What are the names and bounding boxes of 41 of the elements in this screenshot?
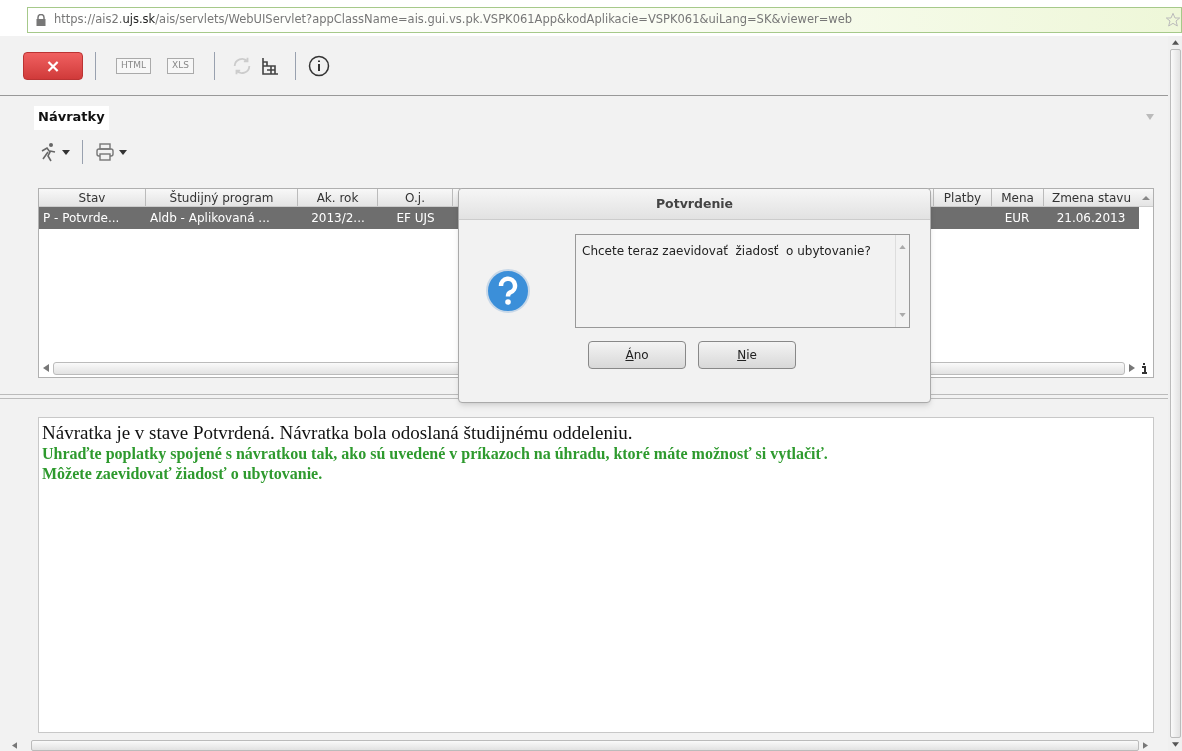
scroll-up-icon[interactable]	[1171, 40, 1179, 45]
scroll-left-icon[interactable]	[12, 741, 17, 749]
grid-icon[interactable]	[260, 56, 279, 75]
address-bar[interactable]: https://ais2.ujs.sk/ais/servlets/WebUIServlet?appClassName=ais.gui.vs.pk.VSPK061App&kodAplikacie=VSPK061&uiLang=SK&viewer=web	[27, 7, 1182, 33]
panel-title: Návratky	[34, 105, 109, 130]
scroll-right-icon[interactable]	[1129, 364, 1135, 372]
column-header[interactable]: O.j.	[378, 189, 453, 206]
star-icon[interactable]	[1165, 12, 1181, 28]
table-cell-text: 21.06.2013	[1055, 210, 1127, 227]
column-header[interactable]: Ak. rok	[298, 189, 378, 206]
payment-note: Uhraďte poplatky spojené s návratkou tak, ako sú uvedené v príkazoch na úhradu, ktoré máte možnosť si vytlačiť.	[42, 444, 829, 464]
column-header[interactable]: Študijný program	[146, 189, 298, 206]
table-cell-text: Aldb - Aplikovaná ...	[149, 210, 271, 227]
vertical-scrollbar[interactable]	[1169, 49, 1181, 738]
table-cell-text: 2013/2...	[310, 210, 366, 227]
caret-icon	[62, 149, 70, 155]
scroll-down-icon[interactable]	[1171, 742, 1179, 747]
column-header[interactable]: Stav	[39, 189, 146, 206]
column-header[interactable]: Zmena stavu	[1043, 189, 1139, 206]
column-header[interactable]: Mena	[991, 189, 1043, 206]
column-header[interactable]: Platby	[933, 189, 991, 206]
question-icon	[485, 268, 531, 314]
url-text: https://ais2.ujs.sk/ais/servlets/WebUIServlet?appClassName=ais.gui.vs.pk.VSPK061App&kodAplikacie=VSPK061&uiLang=SK&viewer=web	[54, 11, 853, 29]
lock-icon	[36, 14, 46, 26]
table-cell-text: EF UJS	[395, 210, 436, 227]
dialog-title: Potvrdenie	[655, 194, 734, 213]
table-cell-text: EUR	[1003, 210, 1031, 227]
confirm-button[interactable]: Áno	[588, 341, 686, 369]
printer-icon[interactable]	[95, 142, 115, 162]
scroll-left-icon[interactable]	[43, 364, 49, 372]
status-message: Návratka je v stave Potvrdená. Návratka bola odoslaná študijnému oddeleniu.	[42, 422, 634, 444]
decline-button[interactable]: Nie	[698, 341, 796, 369]
info-icon[interactable]	[307, 54, 330, 77]
close-button[interactable]: ×	[23, 51, 83, 80]
scroll-right-icon[interactable]	[1143, 741, 1148, 749]
horizontal-scrollbar[interactable]	[31, 739, 1139, 751]
caret-icon	[119, 149, 127, 155]
payment-note: Môžete zaevidovať žiadosť o ubytovanie.	[42, 464, 324, 484]
table-cell-text: P - Potvrde...	[42, 210, 121, 227]
dialog-message: Chcete teraz zaevidovať žiadosť o ubytovanie?	[581, 243, 872, 260]
info-icon[interactable]	[1139, 362, 1149, 374]
